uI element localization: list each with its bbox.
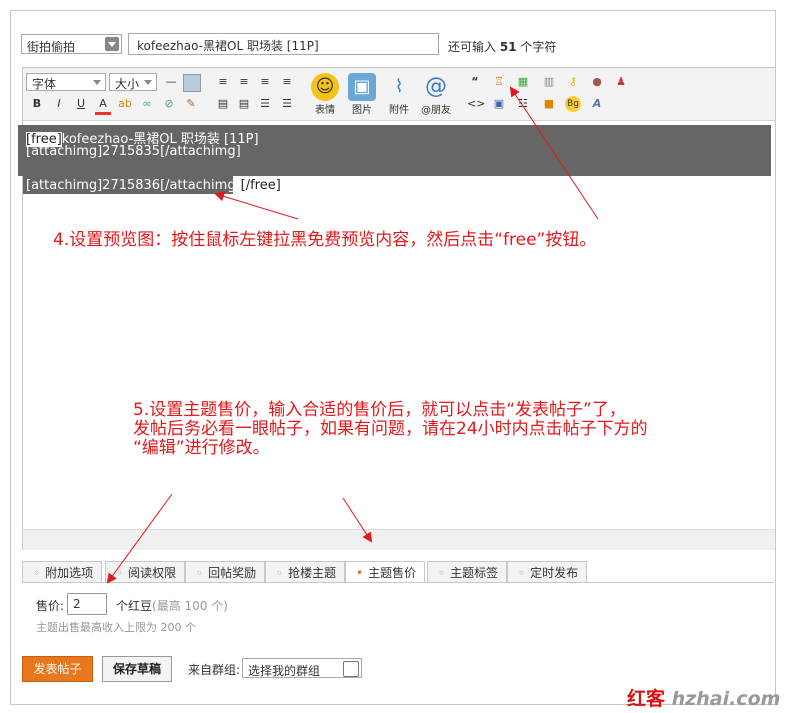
arrow-to-price-tab (342, 497, 373, 543)
annotation-arrows (106, 86, 599, 584)
arrow-to-free-button (509, 86, 599, 220)
arrow-to-price-input (106, 493, 173, 584)
arrow-to-selection (214, 191, 299, 220)
